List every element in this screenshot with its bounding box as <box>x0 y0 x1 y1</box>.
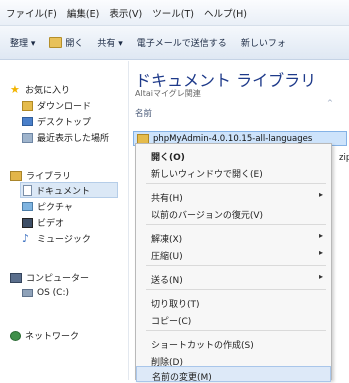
star-icon: ★ <box>10 83 20 96</box>
submenu-arrow-icon: ▸ <box>319 231 324 240</box>
column-header-name[interactable]: 名前 <box>135 107 152 119</box>
nav-videos-label: ビデオ <box>37 219 65 229</box>
nav-libraries[interactable]: ライブラリ <box>10 169 71 182</box>
ctx-create-shortcut-label: ショートカットの作成(S) <box>151 341 254 351</box>
ctx-open-new-window-label: 新しいウィンドウで開く(E) <box>151 170 263 180</box>
computer-icon <box>10 272 22 283</box>
organize-button[interactable]: 整理 ▾ <box>10 36 35 49</box>
new-folder-button[interactable]: 新しいフォ <box>241 36 286 49</box>
submenu-arrow-icon: ▸ <box>319 248 324 257</box>
ctx-compress-label: 圧縮(U) <box>151 252 183 262</box>
recent-places-icon <box>22 132 33 143</box>
open-button[interactable]: 開く <box>49 36 83 49</box>
menu-file[interactable]: ファイル(F) <box>6 6 57 20</box>
music-note-icon: ♪ <box>22 232 30 245</box>
ctx-extract[interactable]: 解凍(X) ▸ <box>136 229 331 245</box>
ctx-copy-label: コピー(C) <box>151 317 192 327</box>
nav-network-label: ネットワーク <box>25 332 80 342</box>
pictures-icon <box>22 202 33 211</box>
organize-label: 整理 ▾ <box>10 39 36 49</box>
ctx-cut-label: 切り取り(T) <box>151 300 200 310</box>
videos-icon <box>22 217 33 228</box>
ctx-restore-versions-label: 以前のバージョンの復元(V) <box>151 211 263 221</box>
ctx-open-new-window[interactable]: 新しいウィンドウで開く(E) <box>136 164 331 180</box>
library-subtitle: Altaiマイグレ関連 <box>135 89 201 98</box>
library-icon <box>10 170 22 181</box>
ctx-open[interactable]: 開く(O) <box>136 147 331 163</box>
nav-downloads-label: ダウンロード <box>37 102 92 112</box>
ctx-send-to[interactable]: 送る(N) ▸ <box>136 270 331 286</box>
ctx-send-to-label: 送る(N) <box>151 276 183 286</box>
ctx-separator <box>146 330 326 331</box>
nav-pictures-label: ピクチャ <box>37 203 73 213</box>
open-folder-icon <box>49 37 63 48</box>
menu-tools[interactable]: ツール(T) <box>152 6 194 20</box>
ctx-share[interactable]: 共有(H) ▸ <box>136 188 331 204</box>
share-button[interactable]: 共有 ▾ <box>97 36 122 49</box>
zip-folder-icon <box>137 133 149 144</box>
nav-computer-label: コンピューター <box>26 274 90 284</box>
email-label: 電子メールで送信する <box>136 39 227 49</box>
ctx-rename-label: 名前の変更(M) <box>152 373 212 383</box>
ctx-create-shortcut[interactable]: ショートカットの作成(S) <box>136 335 331 351</box>
file-row-partial-text: zip <box>339 153 349 163</box>
nav-libraries-label: ライブラリ <box>26 172 72 182</box>
submenu-arrow-icon: ▸ <box>319 190 324 199</box>
nav-network[interactable]: ネットワーク <box>10 329 79 342</box>
nav-computer[interactable]: コンピューター <box>10 271 89 284</box>
nav-documents[interactable]: ドキュメント <box>20 182 118 198</box>
nav-music[interactable]: ♪ ミュージック <box>22 232 91 246</box>
ctx-extract-label: 解凍(X) <box>151 235 183 245</box>
nav-pictures[interactable]: ピクチャ <box>22 200 73 213</box>
ctx-compress[interactable]: 圧縮(U) ▸ <box>136 246 331 262</box>
nav-documents-label: ドキュメント <box>36 186 91 197</box>
download-folder-icon <box>22 100 33 111</box>
nav-os-drive[interactable]: OS (C:) <box>22 288 69 298</box>
submenu-arrow-icon: ▸ <box>319 272 324 281</box>
network-icon <box>10 330 21 341</box>
ctx-separator <box>146 265 326 266</box>
nav-recent[interactable]: 最近表示した場所 <box>22 131 126 144</box>
drive-icon <box>22 289 33 297</box>
ctx-separator <box>146 289 326 290</box>
sort-arrow-icon: ^ <box>327 99 333 107</box>
ctx-open-label: 開く(O) <box>151 153 185 163</box>
menu-help[interactable]: ヘルプ(H) <box>204 6 247 20</box>
nav-recent-label: 最近表示した場所 <box>37 134 110 144</box>
nav-videos[interactable]: ビデオ <box>22 216 64 229</box>
nav-music-label: ミュージック <box>37 235 91 245</box>
ctx-cut[interactable]: 切り取り(T) <box>136 294 331 310</box>
desktop-icon <box>22 117 33 126</box>
ctx-separator <box>146 224 326 225</box>
navigation-pane: ★ お気に入り ダウンロード デスクトップ 最近表示した場所 ライブラリ ドキュ… <box>0 61 129 380</box>
new-folder-label: 新しいフォ <box>240 39 286 49</box>
documents-icon <box>23 184 32 196</box>
menu-edit[interactable]: 編集(E) <box>67 6 99 20</box>
ctx-separator <box>146 183 326 184</box>
nav-downloads[interactable]: ダウンロード <box>22 99 91 112</box>
command-bar: 整理 ▾ 開く 共有 ▾ 電子メールで送信する 新しいフォ <box>0 26 349 60</box>
ctx-copy[interactable]: コピー(C) <box>136 311 331 327</box>
open-label: 開く <box>65 39 84 49</box>
share-label: 共有 ▾ <box>97 39 123 49</box>
nav-desktop[interactable]: デスクトップ <box>22 115 91 128</box>
ctx-share-label: 共有(H) <box>151 194 183 204</box>
ctx-restore-versions[interactable]: 以前のバージョンの復元(V) <box>136 205 331 221</box>
file-name: phpMyAdmin-4.0.10.15-all-languages <box>153 133 313 144</box>
nav-favorites[interactable]: ★ お気に入り <box>10 83 71 97</box>
context-menu: 開く(O) 新しいウィンドウで開く(E) 共有(H) ▸ 以前のバージョンの復元… <box>135 143 332 383</box>
email-button[interactable]: 電子メールで送信する <box>137 36 227 49</box>
nav-favorites-label: お気に入り <box>25 86 71 96</box>
nav-desktop-label: デスクトップ <box>37 118 92 128</box>
menu-view[interactable]: 表示(V) <box>109 6 142 20</box>
menu-bar: ファイル(F) 編集(E) 表示(V) ツール(T) ヘルプ(H) <box>0 0 349 26</box>
nav-os-drive-label: OS (C:) <box>37 288 69 298</box>
